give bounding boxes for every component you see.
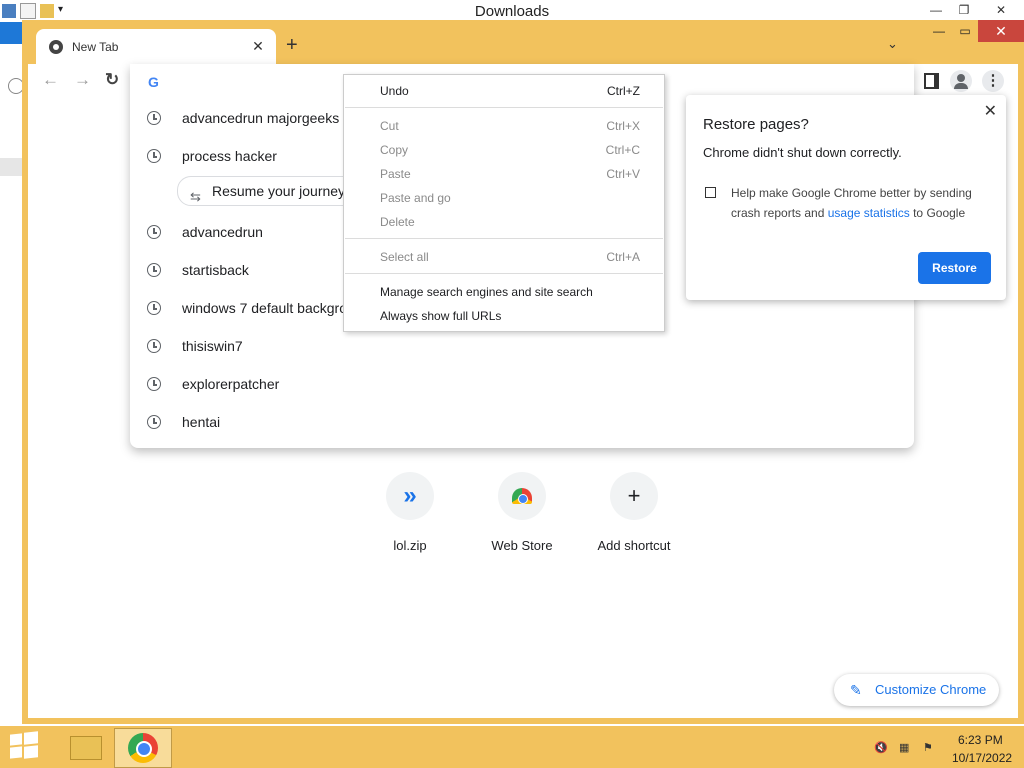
web-store-icon [512, 488, 532, 504]
suggestion-text: windows 7 default backgro [182, 300, 347, 316]
clock-time[interactable]: 6:23 PM [958, 733, 1003, 747]
suggestion-text: process hacker [182, 148, 277, 164]
chrome-window-controls: — ▭ ✕ [926, 20, 1024, 44]
history-clock-icon [147, 301, 161, 315]
history-clock-icon [147, 339, 161, 353]
google-g-icon: G [148, 74, 159, 90]
omnibox-suggestion[interactable]: hentai [130, 403, 914, 441]
resume-journey-chip[interactable]: ⇆ Resume your journey [177, 176, 361, 206]
shortcut-label: lol.zip [393, 538, 427, 553]
kebab-menu-icon[interactable]: ⋮ [982, 70, 1004, 92]
clock-date[interactable]: 10/17/2022 [952, 751, 1012, 765]
new-tab-plus-icon[interactable]: + [286, 34, 298, 57]
menu-item-always-show-full-urls[interactable]: Always show full URLs [344, 304, 664, 328]
suggestion-text: advancedrun [182, 224, 263, 240]
taskbar-file-explorer[interactable] [56, 728, 112, 766]
explorer-left-pane: 3 [0, 22, 24, 742]
explorer-selected-item[interactable] [0, 158, 22, 176]
bubble-message: Chrome didn't shut down correctly. [703, 145, 902, 160]
tab-search-chevron-icon[interactable]: ⌄ [887, 36, 898, 52]
menu-separator [345, 107, 663, 108]
journey-icon: ⇆ [190, 189, 201, 204]
shortcut-add[interactable]: + Add shortcut [578, 472, 690, 553]
explorer-minimize-button[interactable]: — [922, 0, 950, 20]
bubble-title: Restore pages? [703, 116, 809, 133]
start-windows-icon[interactable] [10, 731, 38, 760]
tab-title: New Tab [72, 39, 119, 54]
reload-icon[interactable]: ↻ [105, 70, 119, 90]
explorer-restore-button[interactable]: ❐ [950, 0, 978, 20]
menu-separator [345, 273, 663, 274]
chrome-favicon-icon [49, 39, 63, 54]
suggestion-text: thisiswin7 [182, 338, 243, 354]
omnibox-suggestion[interactable]: explorerpatcher [130, 365, 914, 403]
menu-item-copy[interactable]: Copy Ctrl+C [344, 138, 664, 162]
volume-muted-icon[interactable]: 🔇 [874, 741, 888, 755]
pencil-icon: ✎ [850, 682, 862, 698]
menu-item-undo[interactable]: Undo Ctrl+Z [344, 79, 664, 103]
action-center-icon[interactable]: ⚑ [923, 741, 937, 755]
chrome-logo-icon [128, 733, 158, 763]
network-icon[interactable]: ▦ [899, 741, 913, 755]
profile-avatar-icon[interactable] [950, 70, 972, 92]
history-clock-icon [147, 225, 161, 239]
suggestion-text: hentai [182, 414, 221, 430]
customize-chrome-button[interactable]: ✎ Customize Chrome [834, 674, 999, 706]
taskbar-chrome[interactable] [114, 728, 172, 768]
shortcut-web-store[interactable]: Web Store [466, 472, 578, 553]
minimize-button[interactable]: — [926, 20, 952, 42]
shortcut-lol-zip[interactable]: » lol.zip [354, 472, 466, 553]
explorer-title-bar: ▾ Downloads [0, 0, 1024, 22]
context-menu: Undo Ctrl+Z Cut Ctrl+X Copy Ctrl+C Paste… [343, 74, 665, 332]
history-clock-icon [147, 149, 161, 163]
shortcut-label: Web Store [491, 538, 553, 553]
close-window-button[interactable]: ✕ [978, 20, 1024, 42]
shortcut-label: Add shortcut [597, 538, 671, 553]
maximize-button[interactable]: ▭ [952, 20, 978, 42]
suggestion-text: startisback [182, 262, 249, 278]
suggestion-text: advancedrun majorgeeks - [182, 110, 348, 126]
explorer-file-tab[interactable] [0, 22, 22, 44]
close-bubble-icon[interactable]: ✕ [984, 101, 997, 121]
menu-item-cut[interactable]: Cut Ctrl+X [344, 114, 664, 138]
restore-button[interactable]: Restore [918, 252, 991, 284]
history-clock-icon [147, 263, 161, 277]
checkbox-label: Help make Google Chrome better by sendin… [731, 186, 972, 220]
customize-label: Customize Chrome [875, 682, 987, 697]
back-arrow-icon[interactable]: ← [42, 70, 59, 90]
double-chevron-icon: » [403, 482, 417, 509]
explorer-window-controls: — ❐ ✕ [922, 0, 1024, 22]
tab-new-tab[interactable]: New Tab ✕ [36, 29, 276, 64]
close-tab-icon[interactable]: ✕ [250, 38, 266, 55]
menu-separator [345, 238, 663, 239]
forward-arrow-icon[interactable]: → [74, 70, 91, 90]
history-clock-icon [147, 377, 161, 391]
side-panel-icon[interactable] [924, 73, 939, 89]
explorer-window-title: Downloads [474, 3, 550, 20]
omnibox-suggestion[interactable]: thisiswin7 [130, 327, 914, 365]
resume-journey-label: Resume your journey [212, 183, 346, 199]
menu-item-manage-search-engines[interactable]: Manage search engines and site search [344, 280, 664, 304]
explorer-close-button[interactable]: ✕ [978, 0, 1024, 20]
suggestion-text: explorerpatcher [182, 376, 280, 392]
folder-icon [70, 736, 102, 760]
history-clock-icon [147, 415, 161, 429]
menu-item-paste-and-go[interactable]: Paste and go [344, 186, 664, 210]
menu-item-paste[interactable]: Paste Ctrl+V [344, 162, 664, 186]
usage-statistics-link[interactable]: usage statistics [828, 206, 910, 220]
menu-item-select-all[interactable]: Select all Ctrl+A [344, 245, 664, 269]
restore-pages-bubble: ✕ Restore pages? Chrome didn't shut down… [686, 95, 1006, 300]
history-clock-icon [147, 111, 161, 125]
crash-report-checkbox[interactable] [705, 187, 716, 198]
plus-icon: + [627, 483, 641, 508]
menu-item-delete[interactable]: Delete [344, 210, 664, 234]
